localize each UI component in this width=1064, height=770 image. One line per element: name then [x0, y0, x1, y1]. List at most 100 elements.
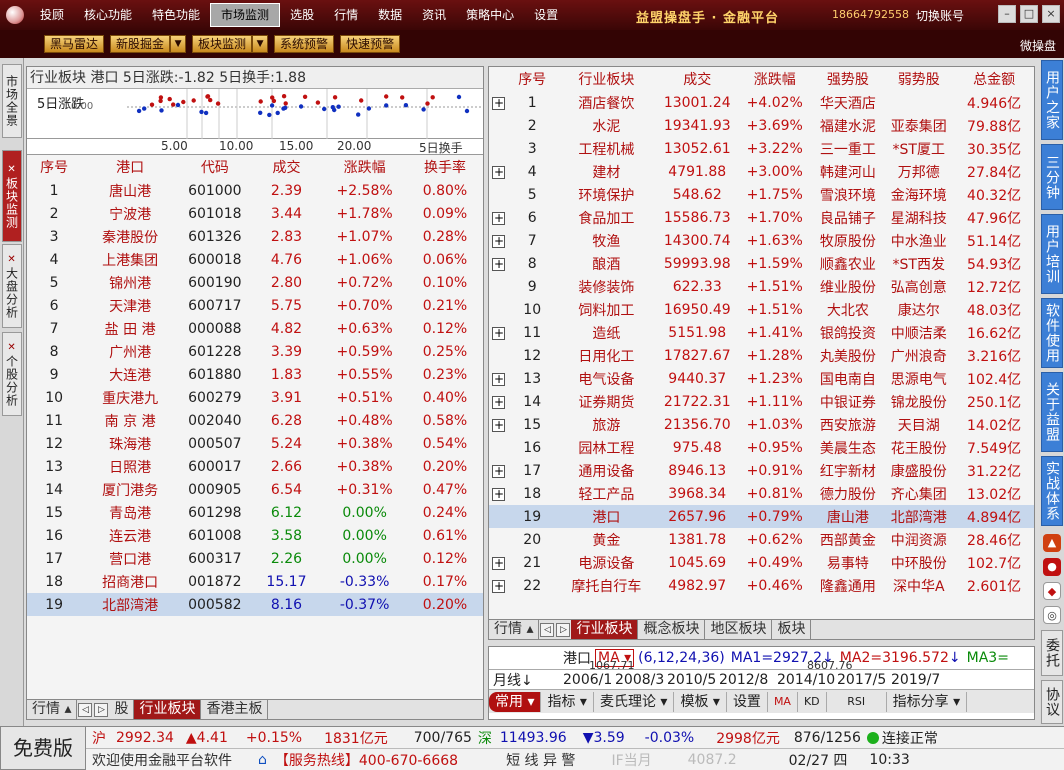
- table-row[interactable]: 4 上港集团 600018 4.76 +1.06% 0.06%: [27, 248, 483, 271]
- tab-quotes[interactable]: 行情 ▴: [27, 700, 78, 719]
- table-row[interactable]: +11 造纸 5151.98 +1.41% 银鸽投资 中顺洁柔 16.62亿: [489, 321, 1034, 344]
- arrow-right-icon[interactable]: ▷: [556, 622, 571, 637]
- expand-plus-icon[interactable]: +: [492, 257, 506, 271]
- table-row[interactable]: +18 轻工产品 3968.34 +0.81% 德力股份 齐心集团 13.02亿: [489, 482, 1034, 505]
- col-header-strong[interactable]: 强势股: [812, 67, 883, 91]
- expand-plus-icon[interactable]: +: [492, 326, 506, 340]
- expand-plus-icon[interactable]: +: [492, 418, 506, 432]
- expand-plus-icon[interactable]: +: [492, 487, 506, 501]
- user-icon[interactable]: ●: [1043, 558, 1061, 576]
- col-header-no[interactable]: 序号: [27, 155, 81, 179]
- chevron-down-icon[interactable]: ▼: [252, 35, 269, 53]
- col-header-sector[interactable]: 行业板块: [555, 67, 657, 91]
- menu-core[interactable]: 核心功能: [74, 0, 142, 30]
- indicator-share-button[interactable]: 指标分享 ▾: [887, 691, 968, 712]
- user-training-link[interactable]: 用户培训: [1041, 214, 1063, 294]
- close-icon[interactable]: ×: [1042, 5, 1060, 23]
- table-row[interactable]: 1 唐山港 601000 2.39 +2.58% 0.80%: [27, 179, 483, 202]
- expand-plus-icon[interactable]: +: [492, 165, 506, 179]
- close-icon[interactable]: ✕: [7, 164, 16, 175]
- rocket-icon[interactable]: ▲: [1043, 534, 1061, 552]
- tab-stocks[interactable]: 股: [109, 700, 135, 719]
- table-row[interactable]: +17 通用设备 8946.13 +0.91% 红宇新材 康盛股份 31.22亿: [489, 459, 1034, 482]
- table-row[interactable]: 14 厦门港务 000905 6.54 +0.31% 0.47%: [27, 478, 483, 501]
- tab-market-analysis[interactable]: ✕ 大盘分析: [2, 244, 22, 328]
- expand-plus-icon[interactable]: +: [492, 579, 506, 593]
- trading-system-link[interactable]: 实战体系: [1041, 456, 1063, 526]
- table-row[interactable]: +6 食品加工 15586.73 +1.70% 良品铺子 星湖科技 47.96亿: [489, 206, 1034, 229]
- ipo-digging-button[interactable]: 新股掘金: [110, 35, 171, 53]
- minimize-icon[interactable]: –: [998, 5, 1016, 23]
- tab-hk-main-board[interactable]: 香港主板: [201, 700, 269, 719]
- table-row[interactable]: +22 摩托自行车 4982.97 +0.46% 隆鑫通用 深中华A 2.601亿: [489, 574, 1034, 597]
- about-yimeng-link[interactable]: 关于益盟: [1041, 372, 1063, 452]
- tab-quotes[interactable]: 行情 ▴: [489, 620, 540, 639]
- table-row[interactable]: 11 南 京 港 002040 6.28 +0.48% 0.58%: [27, 409, 483, 432]
- col-header-price[interactable]: 成交: [251, 155, 323, 179]
- menu-quotes[interactable]: 行情: [324, 0, 368, 30]
- tab-industry-sector[interactable]: 行业板块: [134, 700, 202, 719]
- menu-stock-picking[interactable]: 选股: [280, 0, 324, 30]
- table-row[interactable]: 17 营口港 600317 2.26 0.00% 0.12%: [27, 547, 483, 570]
- table-row[interactable]: +4 建材 4791.88 +3.00% 韩建河山 万邦德 27.84亿: [489, 160, 1034, 183]
- arrow-left-icon[interactable]: ◁: [78, 702, 93, 717]
- period-select[interactable]: 月线↓: [489, 670, 563, 690]
- tab-sector-monitor[interactable]: ✕ 板块监测: [2, 150, 22, 242]
- maximize-icon[interactable]: □: [1020, 5, 1038, 23]
- table-row[interactable]: +1 酒店餐饮 13001.24 +4.02% 华天酒店 4.946亿: [489, 91, 1034, 114]
- menu-data[interactable]: 数据: [368, 0, 412, 30]
- chat-icon[interactable]: ◎: [1043, 606, 1061, 624]
- three-minutes-link[interactable]: 三分钟: [1041, 144, 1063, 210]
- app-logo-icon[interactable]: [0, 0, 30, 30]
- menu-news[interactable]: 资讯: [412, 0, 456, 30]
- expand-plus-icon[interactable]: +: [492, 234, 506, 248]
- menu-tougu[interactable]: 投顾: [30, 0, 74, 30]
- expand-plus-icon[interactable]: +: [492, 556, 506, 570]
- dark-horse-radar-button[interactable]: 黑马雷达: [44, 35, 105, 53]
- table-row[interactable]: 3 秦港股份 601326 2.83 +1.07% 0.28%: [27, 225, 483, 248]
- col-header-no[interactable]: 序号: [509, 67, 556, 91]
- template-button[interactable]: 模板 ▾: [674, 691, 727, 712]
- arrow-right-icon[interactable]: ▷: [94, 702, 109, 717]
- table-row[interactable]: 3 工程机械 13052.61 +3.22% 三一重工 *ST厦工 30.35亿: [489, 137, 1034, 160]
- table-row[interactable]: 9 装修装饰 622.33 +1.51% 维业股份 弘高创意 12.72亿: [489, 275, 1034, 298]
- menu-featured[interactable]: 特色功能: [142, 0, 210, 30]
- arrow-left-icon[interactable]: ◁: [540, 622, 555, 637]
- free-version-button[interactable]: 免费版: [0, 726, 86, 770]
- tab-region-sector[interactable]: 地区板块: [705, 620, 773, 639]
- table-row[interactable]: +8 酿酒 59993.98 +1.59% 顺鑫农业 *ST西发 54.93亿: [489, 252, 1034, 275]
- menu-settings[interactable]: 设置: [524, 0, 568, 30]
- chevron-down-icon[interactable]: ▼: [170, 35, 187, 53]
- table-row[interactable]: +7 牧渔 14300.74 +1.63% 牧原股份 中水渔业 51.14亿: [489, 229, 1034, 252]
- expand-plus-icon[interactable]: +: [492, 395, 506, 409]
- tab-industry-sector[interactable]: 行业板块: [571, 620, 639, 639]
- table-row[interactable]: 16 园林工程 975.48 +0.95% 美晨生态 花王股份 7.549亿: [489, 436, 1034, 459]
- table-row[interactable]: 9 大连港 601880 1.83 +0.55% 0.23%: [27, 363, 483, 386]
- user-home-link[interactable]: 用户之家: [1041, 60, 1063, 140]
- system-alert-button[interactable]: 系统预警: [274, 35, 335, 53]
- table-row[interactable]: 2 宁波港 601018 3.44 +1.78% 0.09%: [27, 202, 483, 225]
- col-header-code[interactable]: 代码: [179, 155, 251, 179]
- order-entry-link[interactable]: 委托: [1041, 630, 1063, 676]
- ma-tab[interactable]: MA: [768, 691, 798, 712]
- table-row[interactable]: 18 招商港口 001872 15.17 -0.33% 0.17%: [27, 570, 483, 593]
- mai-theory-button[interactable]: 麦氏理论 ▾: [594, 691, 675, 712]
- table-row[interactable]: 16 连云港 601008 3.58 0.00% 0.61%: [27, 524, 483, 547]
- gift-icon[interactable]: ◆: [1043, 582, 1061, 600]
- table-row[interactable]: +21 电源设备 1045.69 +0.49% 易事特 中环股份 102.7亿: [489, 551, 1034, 574]
- kd-tab[interactable]: KD: [798, 691, 827, 712]
- table-row[interactable]: 2 水泥 19341.93 +3.69% 福建水泥 亚泰集团 79.88亿: [489, 114, 1034, 137]
- indicator-button[interactable]: 指标 ▾: [541, 691, 594, 712]
- col-header-change[interactable]: 涨跌幅: [737, 67, 812, 91]
- tab-stock-analysis[interactable]: ✕ 个股分析: [2, 332, 22, 416]
- col-header-turnover[interactable]: 换手率: [407, 155, 483, 179]
- table-row[interactable]: 6 天津港 600717 5.75 +0.70% 0.21%: [27, 294, 483, 317]
- agreement-link[interactable]: 协议: [1041, 680, 1063, 724]
- table-row[interactable]: +15 旅游 21356.70 +1.03% 西安旅游 天目湖 14.02亿: [489, 413, 1034, 436]
- tab-market-overview[interactable]: 市场全景: [2, 64, 22, 138]
- close-icon[interactable]: ✕: [7, 342, 16, 353]
- table-row[interactable]: 19 北部湾港 000582 8.16 -0.37% 0.20%: [27, 593, 483, 616]
- table-row[interactable]: 19 港口 2657.96 +0.79% 唐山港 北部湾港 4.894亿: [489, 505, 1034, 528]
- tab-concept-sector[interactable]: 概念板块: [638, 620, 706, 639]
- expand-plus-icon[interactable]: +: [492, 96, 506, 110]
